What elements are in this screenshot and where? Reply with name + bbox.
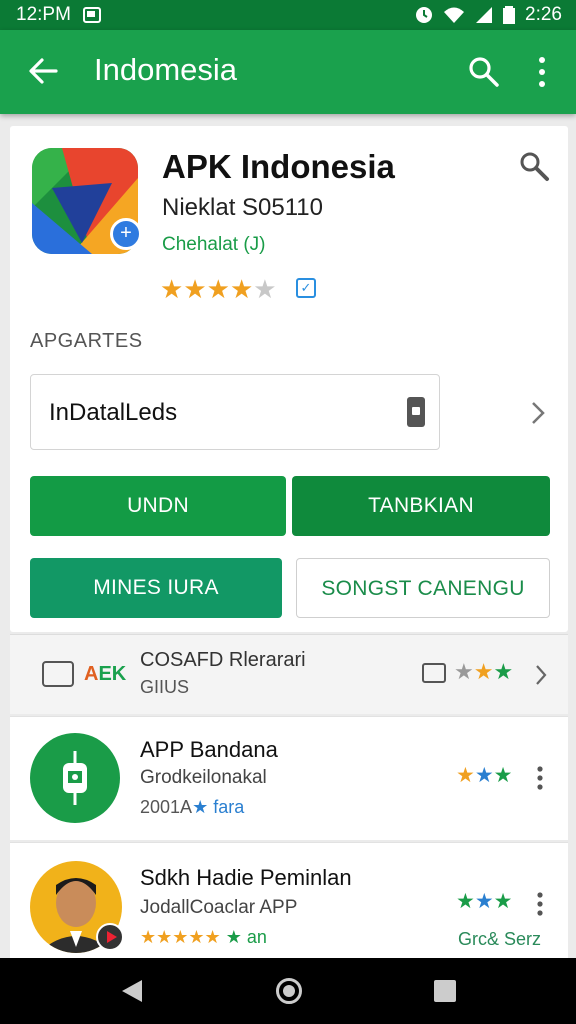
list-item[interactable]: Sdkh Hadie Peminlan JodallCoaclar APP ★★…	[10, 842, 568, 958]
star-icon: ★	[206, 274, 230, 304]
list-item-subtitle: JodallCoaclar APP	[140, 897, 298, 918]
search-icon[interactable]	[466, 54, 500, 88]
list-item-extra: Grc& Serz	[458, 929, 542, 949]
top-app-bar: Indomesia	[0, 30, 576, 114]
star-icon: ★	[160, 274, 184, 304]
status-time: 2:26	[525, 4, 562, 25]
list-item-meta-a: 2001A	[140, 797, 193, 817]
battery-icon	[503, 6, 516, 24]
section-label: APGARTES	[30, 330, 143, 352]
status-left-text: 12:PM	[16, 4, 71, 25]
nav-back-icon[interactable]	[120, 978, 144, 1004]
more-vert-icon[interactable]	[536, 765, 544, 791]
app-bandana-icon	[30, 733, 120, 823]
mines-iura-button[interactable]: MINES IURA	[30, 558, 282, 618]
list-item-meta: 2001A★ fara	[140, 797, 244, 818]
apk-row-title: COSAFD Rlerarari	[140, 649, 306, 671]
apk-info-row[interactable]: AEK COSAFD Rlerarari GIIUS ★★★	[10, 634, 568, 714]
nav-home-icon[interactable]	[276, 978, 302, 1004]
signal-icon	[476, 7, 493, 23]
app-subtitle: Nieklat S05110	[162, 194, 323, 221]
apk-tag-a: A	[84, 663, 99, 685]
alarm-icon	[416, 7, 433, 23]
star-icon: ★	[229, 274, 254, 304]
app-detail-card: + APK Indonesia Nieklat S05110 Chehalat …	[10, 126, 568, 632]
rating-stars: ★★★★★	[160, 274, 277, 305]
wifi-icon	[444, 7, 465, 23]
tanbkian-button[interactable]: TANBKIAN	[292, 476, 550, 536]
install-status-text: InDatalLeds	[49, 399, 178, 426]
star-icon: ★	[183, 274, 207, 304]
list-item-meta: ★★★★★ ★ an	[140, 927, 267, 948]
app-developer[interactable]: Chehalat (J)	[162, 234, 266, 256]
apk-row-subtitle: GIIUS	[140, 677, 190, 697]
undn-button[interactable]: UNDN	[30, 476, 286, 536]
update-badge-icon: +	[110, 218, 142, 250]
app-bar-title: Indomesia	[94, 52, 238, 87]
system-nav-bar	[0, 958, 576, 1024]
list-item-title: APP Bandana	[140, 737, 278, 762]
list-item-stars: ★★★	[456, 764, 513, 787]
star-empty-icon: ★	[253, 274, 277, 304]
chevron-right-icon[interactable]	[528, 398, 548, 428]
apk-tag-e: E	[98, 663, 112, 685]
list-item-title: Sdkh Hadie Peminlan	[140, 865, 352, 890]
back-arrow-icon[interactable]	[26, 54, 60, 88]
nav-recents-icon[interactable]	[434, 980, 456, 1002]
songst-canengu-button[interactable]: SONGST CANENGU	[296, 558, 550, 618]
list-item-meta-b: ★ fara	[192, 797, 245, 817]
apk-tag-k: K	[111, 663, 127, 685]
gallery-notification-icon	[82, 7, 101, 23]
phone-icon	[407, 397, 425, 427]
screen-icon	[422, 663, 446, 683]
apk-row-stars: ★★★	[454, 659, 514, 684]
list-item-meta-a: ★★★★★	[140, 927, 221, 947]
install-status-box[interactable]: InDatalLeds	[30, 374, 440, 450]
search-icon[interactable]	[518, 150, 550, 182]
list-item-meta-b: ★ an	[225, 927, 267, 947]
chevron-right-icon[interactable]	[534, 663, 548, 687]
more-vert-icon[interactable]	[536, 891, 544, 917]
list-item-stars: ★★★	[456, 890, 513, 913]
apk-tag: AEK	[84, 663, 126, 686]
verified-check-icon: ✓	[296, 278, 316, 298]
status-bar: 12:PM 2:26	[0, 0, 576, 30]
play-badge-icon	[96, 923, 124, 951]
folder-icon	[42, 661, 74, 687]
list-item-subtitle: Grodkeilonakal	[140, 767, 267, 788]
list-item[interactable]: APP Bandana Grodkeilonakal 2001A★ fara ★…	[10, 716, 568, 840]
app-title: APK Indonesia	[162, 148, 395, 185]
more-vert-icon[interactable]	[530, 52, 554, 92]
